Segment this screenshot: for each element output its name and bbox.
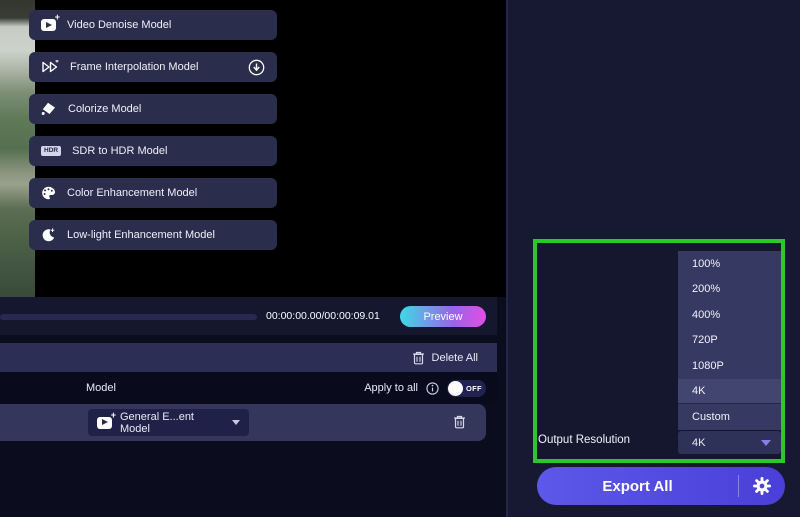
moon-icon <box>41 228 56 242</box>
preview-button-label: Preview <box>423 311 462 323</box>
menu-item-720p[interactable]: 720P <box>678 328 781 354</box>
colorize-icon <box>41 102 57 116</box>
apply-to-all-toggle[interactable]: OFF <box>447 380 486 397</box>
enhance-video-icon: + <box>97 417 112 429</box>
seek-bar[interactable] <box>0 314 257 320</box>
playback-control-bar: 00:00:00.00/00:00:09.01 Preview <box>0 297 497 335</box>
toggle-knob <box>448 381 463 396</box>
frame-interpolation-model-button[interactable]: Frame Interpolation Model <box>29 52 277 82</box>
menu-item-200[interactable]: 200% <box>678 277 781 303</box>
model-button-label: Video Denoise Model <box>67 19 171 31</box>
chevron-down-icon <box>232 420 240 425</box>
frame-interpolation-icon <box>41 60 59 74</box>
gear-icon <box>752 476 772 496</box>
delete-all-button[interactable]: Delete All <box>0 343 497 372</box>
export-all-button[interactable]: Export All <box>537 467 785 505</box>
menu-item-100[interactable]: 100% <box>678 251 781 277</box>
output-resolution-select[interactable]: 4K <box>678 431 781 454</box>
output-resolution-label: Output Resolution <box>538 434 630 446</box>
model-select-label: General E...ent Model <box>120 411 224 435</box>
queue-header-row: Model Apply to all OFF <box>0 372 497 404</box>
color-enhancement-model-button[interactable]: Color Enhancement Model <box>29 178 277 208</box>
menu-item-1080p[interactable]: 1080P <box>678 353 781 379</box>
model-button-label: Low-light Enhancement Model <box>67 229 215 241</box>
model-button-label: Color Enhancement Model <box>67 187 197 199</box>
chevron-down-icon <box>761 440 771 446</box>
row-trash-icon[interactable] <box>453 415 466 429</box>
queue-row: + General E...ent Model <box>0 404 486 441</box>
sdr-to-hdr-model-button[interactable]: HDR SDR to HDR Model <box>29 136 277 166</box>
app-window: 00:00:00.00/00:00:09.01 Preview Delete A… <box>0 0 800 517</box>
menu-item-400[interactable]: 400% <box>678 302 781 328</box>
resolution-menu: 100% 200% 400% 720P 1080P 4K Custom <box>678 251 781 430</box>
model-column-header: Model <box>86 372 116 404</box>
model-button-label: Colorize Model <box>68 103 141 115</box>
model-button-label: Frame Interpolation Model <box>70 61 198 73</box>
low-light-enhancement-model-button[interactable]: Low-light Enhancement Model <box>29 220 277 250</box>
menu-item-custom[interactable]: Custom <box>678 404 781 430</box>
timecode-display: 00:00:00.00/00:00:09.01 <box>266 297 380 335</box>
download-icon[interactable] <box>248 59 265 76</box>
output-resolution-value: 4K <box>692 437 705 449</box>
model-button-label: SDR to HDR Model <box>72 145 167 157</box>
delete-all-label: Delete All <box>432 352 478 364</box>
preview-button[interactable]: Preview <box>400 306 486 327</box>
model-select-dropdown[interactable]: + General E...ent Model <box>88 409 249 436</box>
colorize-model-button[interactable]: Colorize Model <box>29 94 277 124</box>
hdr-icon: HDR <box>41 146 61 157</box>
video-denoise-icon: + <box>41 19 56 31</box>
export-all-label: Export All <box>537 478 738 495</box>
palette-icon <box>41 186 56 200</box>
menu-item-4k[interactable]: 4K <box>678 379 781 405</box>
toggle-state-label: OFF <box>466 384 482 393</box>
video-denoise-model-button[interactable]: + Video Denoise Model <box>29 10 277 40</box>
apply-to-all-label: Apply to all <box>364 382 418 394</box>
trash-icon <box>412 351 425 365</box>
info-icon[interactable] <box>426 382 439 395</box>
export-settings-button[interactable] <box>739 476 785 496</box>
